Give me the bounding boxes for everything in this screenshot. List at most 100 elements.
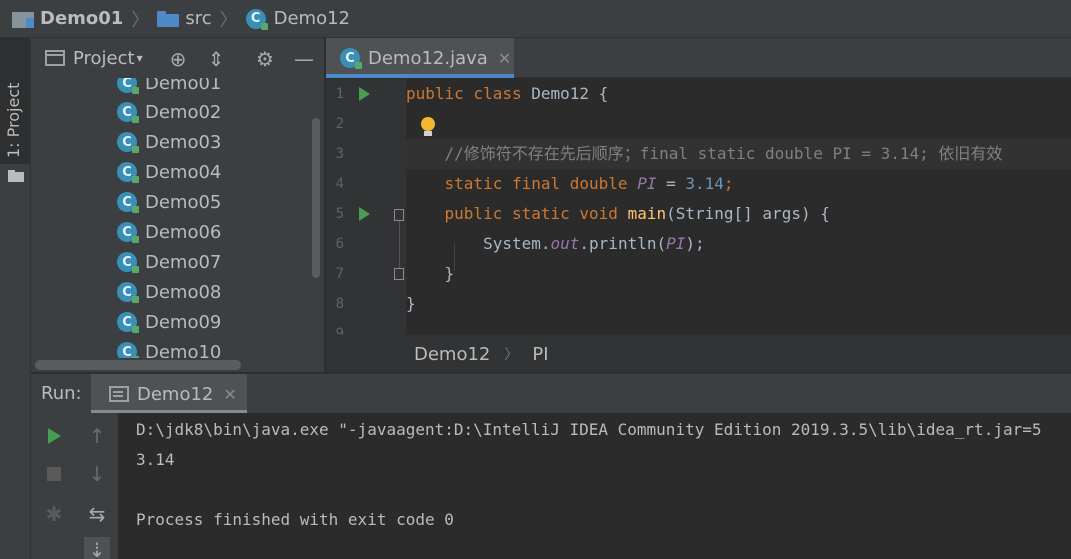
list-item[interactable]: C Demo09 [117, 307, 221, 337]
editor-breadcrumb-field[interactable]: PI [532, 344, 548, 365]
breadcrumb-separator: 〉 [219, 9, 238, 31]
chevron-down-icon: ▾ [136, 51, 143, 65]
code-comment: //修饰符不存在先后顺序；final static double PI = 3.… [406, 144, 1003, 163]
line-number: 7 [335, 266, 344, 282]
line-number: 1 [335, 86, 344, 102]
class-icon: C [117, 222, 139, 243]
project-window-icon [45, 50, 65, 66]
close-icon[interactable]: ✕ [223, 385, 236, 404]
code-token: public class [406, 84, 532, 103]
tab-run-demo12[interactable]: Demo12 ✕ [91, 374, 247, 414]
list-item[interactable]: C Demo05 [117, 187, 221, 217]
list-item[interactable]: C Demo01 [117, 78, 221, 98]
code-token: out [550, 234, 580, 253]
code-line-5: public static void main(String[] args) { [406, 199, 1071, 229]
run-class-icon[interactable] [359, 87, 370, 101]
class-icon: C [117, 132, 139, 153]
list-item[interactable]: C Demo04 [117, 157, 221, 187]
list-item[interactable]: C Demo10 [117, 337, 221, 358]
fold-icon[interactable] [394, 268, 404, 280]
code-editor[interactable]: public class Demo12 { //修饰符不存在先后顺序；final… [406, 79, 1071, 335]
line-number: 9 [335, 326, 344, 335]
code-token: ; [723, 174, 734, 193]
editor-breadcrumb-class[interactable]: Demo12 [414, 344, 490, 365]
tree-item-label: Demo01 [145, 78, 222, 94]
folder-icon [8, 170, 24, 182]
breadcrumb-src-label: src [185, 8, 212, 29]
code-line-6: System.out.println(PI); [406, 229, 1071, 259]
line-number: 2 [335, 116, 344, 132]
project-panel-header: Project ▾ ⊕ ⇕ ⚙ — [31, 38, 325, 78]
tree-item-label: Demo07 [145, 251, 222, 273]
debug-bug-icon[interactable]: ✱ [41, 501, 67, 527]
class-icon: C [117, 102, 139, 123]
code-token: .println( [579, 234, 667, 253]
list-item[interactable]: C Demo02 [117, 97, 221, 127]
line-number: 8 [335, 296, 344, 312]
code-token: main [627, 204, 667, 223]
line-number: 5 [335, 206, 344, 222]
fold-guide [399, 221, 400, 275]
console-line: 3.14 [136, 450, 175, 469]
tree-item-label: Demo02 [145, 101, 222, 123]
class-icon: C [117, 162, 139, 183]
tab-label: Demo12.java [368, 47, 488, 69]
down-arrow-icon[interactable]: ↓ [84, 461, 110, 487]
code-token: PI [637, 174, 657, 193]
up-arrow-icon[interactable]: ↑ [84, 423, 110, 449]
console-output[interactable]: D:\jdk8\bin\java.exe "-javaagent:D:\Inte… [118, 413, 1071, 559]
run-tab-label: Demo12 [137, 383, 214, 405]
breadcrumb-file-label: Demo12 [273, 8, 350, 29]
locate-icon[interactable]: ⊕ [167, 48, 189, 70]
class-icon: C [117, 252, 139, 273]
run-panel-header: Run: Demo12 ✕ [31, 373, 1071, 414]
class-icon: C [117, 78, 139, 94]
list-item[interactable]: C Demo03 [117, 127, 221, 157]
code-token: } [406, 264, 455, 283]
code-line-8: } [406, 289, 1071, 319]
run-label: Run: [41, 383, 82, 404]
project-tool-tab[interactable]: 1: Project [0, 38, 30, 182]
class-icon: C [117, 312, 139, 333]
tab-demo12-java[interactable]: C Demo12.java ✕ [326, 38, 514, 78]
class-icon: C [340, 48, 362, 69]
line-number: 4 [335, 176, 344, 192]
editor-tab-bar: C Demo12.java ✕ [326, 38, 1071, 78]
code-line-7: } [406, 259, 1071, 289]
code-token: System. [406, 234, 551, 253]
scroll-to-end-icon[interactable]: ⇣ [84, 537, 110, 559]
line-number: 3 [335, 146, 344, 162]
tree-item-label: Demo04 [145, 161, 222, 183]
code-token: = [656, 174, 686, 193]
stop-icon[interactable] [41, 461, 67, 487]
tree-item-label: Demo05 [145, 191, 222, 213]
horizontal-scrollbar[interactable] [35, 360, 241, 370]
list-item[interactable]: C Demo07 [117, 247, 221, 277]
soft-wrap-icon[interactable]: ⇆ [84, 501, 110, 527]
list-item[interactable]: C Demo06 [117, 217, 221, 247]
collapse-all-icon[interactable]: ⇕ [205, 48, 227, 70]
project-view-dropdown[interactable]: Project ▾ [45, 48, 143, 69]
project-tree: C Demo01 C Demo02 C Demo03 C Demo04 C De… [31, 78, 311, 358]
breadcrumb-src[interactable]: src [157, 0, 212, 38]
close-icon[interactable]: ✕ [498, 49, 511, 68]
list-item[interactable]: C Demo08 [117, 277, 221, 307]
console-line: Process finished with exit code 0 [136, 510, 454, 529]
vertical-scrollbar[interactable] [312, 118, 320, 278]
lightbulb-icon[interactable] [420, 117, 436, 137]
console-line: D:\jdk8\bin\java.exe "-javaagent:D:\Inte… [136, 420, 1042, 439]
fold-icon[interactable] [394, 209, 404, 221]
hide-icon[interactable]: — [293, 48, 315, 70]
run-toolbar: ↑ ↓ ✱ ⇆ ⇣ [31, 413, 118, 559]
active-tab-indicator [326, 74, 514, 78]
tree-item-label: Demo09 [145, 311, 222, 333]
rerun-icon[interactable] [41, 423, 67, 449]
gear-icon[interactable]: ⚙ [254, 48, 276, 70]
code-line-1: public class Demo12 { [406, 79, 1071, 109]
code-token: Demo12 { [531, 84, 609, 103]
run-main-icon[interactable] [359, 207, 370, 221]
line-number: 6 [335, 236, 344, 252]
breadcrumb-file[interactable]: C Demo12 [245, 0, 350, 38]
breadcrumb-project[interactable]: Demo01 [12, 0, 123, 38]
